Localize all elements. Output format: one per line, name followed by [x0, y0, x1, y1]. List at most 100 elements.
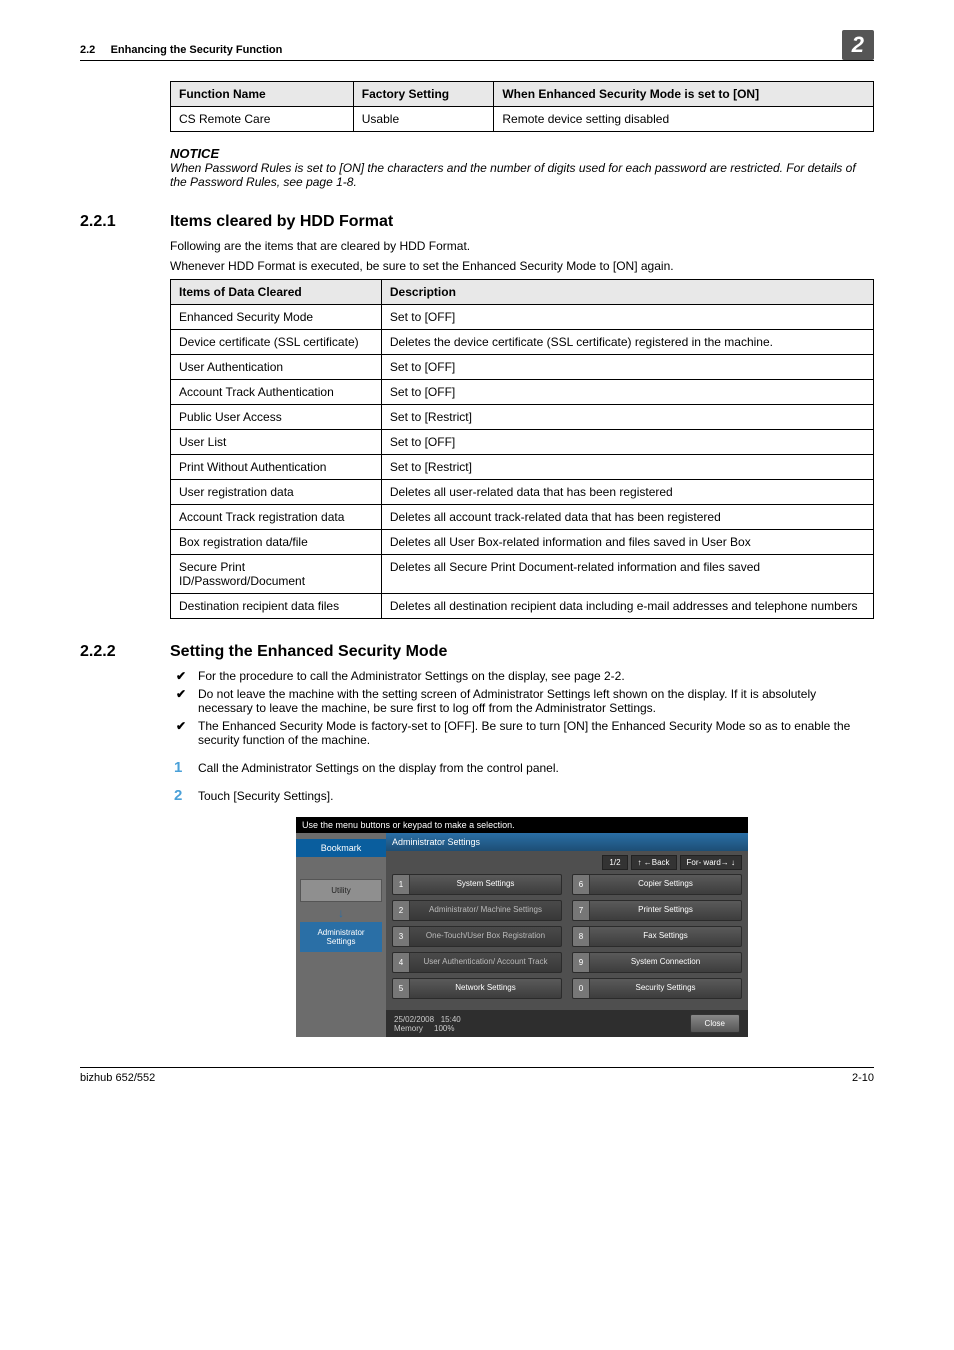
- bookmark-tab[interactable]: Bookmark: [296, 839, 386, 857]
- cell: Set to [OFF]: [381, 355, 873, 380]
- section-222-num: 2.2.2: [80, 643, 170, 661]
- page-header: 2.2 Enhancing the Security Function 2: [80, 30, 874, 61]
- menu-button-6[interactable]: 6Copier Settings: [572, 874, 742, 895]
- menu-num: 8: [573, 927, 590, 946]
- utility-button[interactable]: Utility: [300, 879, 382, 902]
- menu-label: Printer Settings: [590, 901, 741, 920]
- menu-num: 9: [573, 953, 590, 972]
- cell: Destination recipient data files: [171, 594, 382, 619]
- step-item: Call the Administrator Settings on the d…: [170, 761, 874, 775]
- forward-button[interactable]: For- ward→ ↓: [680, 855, 742, 870]
- menu-button-0[interactable]: 0Security Settings: [572, 978, 742, 999]
- cell: Deletes all User Box-related information…: [381, 530, 873, 555]
- cell: Set to [Restrict]: [381, 455, 873, 480]
- back-button[interactable]: ↑ ←Back: [631, 855, 677, 870]
- step-list: Call the Administrator Settings on the d…: [170, 761, 874, 803]
- th-factory: Factory Setting: [353, 82, 494, 107]
- check-item: Do not leave the machine with the settin…: [170, 687, 874, 715]
- table-row: Destination recipient data filesDeletes …: [171, 594, 874, 619]
- table-row: Account Track AuthenticationSet to [OFF]: [171, 380, 874, 405]
- items-cleared-table: Items of Data Cleared Description Enhanc…: [170, 279, 874, 619]
- header-section-title: Enhancing the Security Function: [111, 44, 283, 56]
- menu-num: 0: [573, 979, 590, 998]
- cell: Set to [Restrict]: [381, 405, 873, 430]
- menu-button-2[interactable]: 2Administrator/ Machine Settings: [392, 900, 562, 921]
- menu-button-3[interactable]: 3One-Touch/User Box Registration: [392, 926, 562, 947]
- menu-button-4[interactable]: 4User Authentication/ Account Track: [392, 952, 562, 973]
- menu-num: 6: [573, 875, 590, 894]
- panel-status: 25/02/2008 15:40 Memory 100%: [394, 1015, 461, 1033]
- cell: Usable: [353, 107, 494, 132]
- close-button[interactable]: Close: [690, 1014, 740, 1033]
- page-indicator: 1/2: [602, 855, 627, 870]
- cell: User List: [171, 430, 382, 455]
- panel-time: 15:40: [441, 1015, 461, 1024]
- cell: Deletes the device certificate (SSL cert…: [381, 330, 873, 355]
- panel-mem-value: 100%: [434, 1024, 454, 1033]
- menu-num: 3: [393, 927, 410, 946]
- menu-button-9[interactable]: 9System Connection: [572, 952, 742, 973]
- panel-title: Administrator Settings: [386, 833, 748, 851]
- footer-right: 2-10: [852, 1072, 874, 1084]
- menu-button-5[interactable]: 5Network Settings: [392, 978, 562, 999]
- menu-label: Administrator/ Machine Settings: [410, 901, 561, 920]
- menu-label: Security Settings: [590, 979, 741, 998]
- table-row: Device certificate (SSL certificate)Dele…: [171, 330, 874, 355]
- table-row: Public User AccessSet to [Restrict]: [171, 405, 874, 430]
- panel-top-msg: Use the menu buttons or keypad to make a…: [296, 817, 748, 833]
- sec221-p1: Following are the items that are cleared…: [170, 239, 874, 253]
- notice-body: When Password Rules is set to [ON] the c…: [170, 161, 874, 189]
- cell: Public User Access: [171, 405, 382, 430]
- menu-num: 5: [393, 979, 410, 998]
- footer-left: bizhub 652/552: [80, 1072, 155, 1084]
- chapter-badge: 2: [842, 30, 874, 60]
- section-221-num: 2.2.1: [80, 213, 170, 231]
- cell: Remote device setting disabled: [494, 107, 874, 132]
- admin-settings-button[interactable]: Administrator Settings: [300, 922, 382, 952]
- cell: Secure Print ID/Password/Document: [171, 555, 382, 594]
- notice-title: NOTICE: [170, 146, 874, 161]
- function-table: Function Name Factory Setting When Enhan…: [170, 81, 874, 132]
- table-row: User AuthenticationSet to [OFF]: [171, 355, 874, 380]
- th-desc: Description: [381, 280, 873, 305]
- section-222-title: Setting the Enhanced Security Mode: [170, 643, 447, 661]
- step-item: Touch [Security Settings].: [170, 789, 874, 803]
- menu-num: 2: [393, 901, 410, 920]
- menu-button-8[interactable]: 8Fax Settings: [572, 926, 742, 947]
- menu-label: System Connection: [590, 953, 741, 972]
- cell: Deletes all Secure Print Document-relate…: [381, 555, 873, 594]
- menu-button-1[interactable]: 1System Settings: [392, 874, 562, 895]
- check-item: The Enhanced Security Mode is factory-se…: [170, 719, 874, 747]
- header-section-num: 2.2: [80, 44, 95, 56]
- down-arrow-icon: ↓: [296, 906, 386, 920]
- table-row: Secure Print ID/Password/DocumentDeletes…: [171, 555, 874, 594]
- table-row: Print Without AuthenticationSet to [Rest…: [171, 455, 874, 480]
- table-row: Account Track registration dataDeletes a…: [171, 505, 874, 530]
- cell: Enhanced Security Mode: [171, 305, 382, 330]
- cell: Set to [OFF]: [381, 430, 873, 455]
- cell: Box registration data/file: [171, 530, 382, 555]
- table-row: CS Remote Care Usable Remote device sett…: [171, 107, 874, 132]
- th-enhanced: When Enhanced Security Mode is set to [O…: [494, 82, 874, 107]
- th-items: Items of Data Cleared: [171, 280, 382, 305]
- menu-label: System Settings: [410, 875, 561, 894]
- cell: Set to [OFF]: [381, 305, 873, 330]
- cell: Set to [OFF]: [381, 380, 873, 405]
- cell: Account Track registration data: [171, 505, 382, 530]
- cell: User Authentication: [171, 355, 382, 380]
- menu-num: 1: [393, 875, 410, 894]
- panel-date: 25/02/2008: [394, 1015, 434, 1024]
- panel-sidebar: Bookmark Utility ↓ Administrator Setting…: [296, 833, 386, 1037]
- cell: Deletes all user-related data that has b…: [381, 480, 873, 505]
- table-row: User registration dataDeletes all user-r…: [171, 480, 874, 505]
- cell: Deletes all destination recipient data i…: [381, 594, 873, 619]
- menu-label: One-Touch/User Box Registration: [410, 927, 561, 946]
- cell: Account Track Authentication: [171, 380, 382, 405]
- check-item: For the procedure to call the Administra…: [170, 669, 874, 683]
- th-func-name: Function Name: [171, 82, 354, 107]
- table-row: Enhanced Security ModeSet to [OFF]: [171, 305, 874, 330]
- check-list: For the procedure to call the Administra…: [170, 669, 874, 747]
- cell: Print Without Authentication: [171, 455, 382, 480]
- menu-button-7[interactable]: 7Printer Settings: [572, 900, 742, 921]
- menu-num: 4: [393, 953, 410, 972]
